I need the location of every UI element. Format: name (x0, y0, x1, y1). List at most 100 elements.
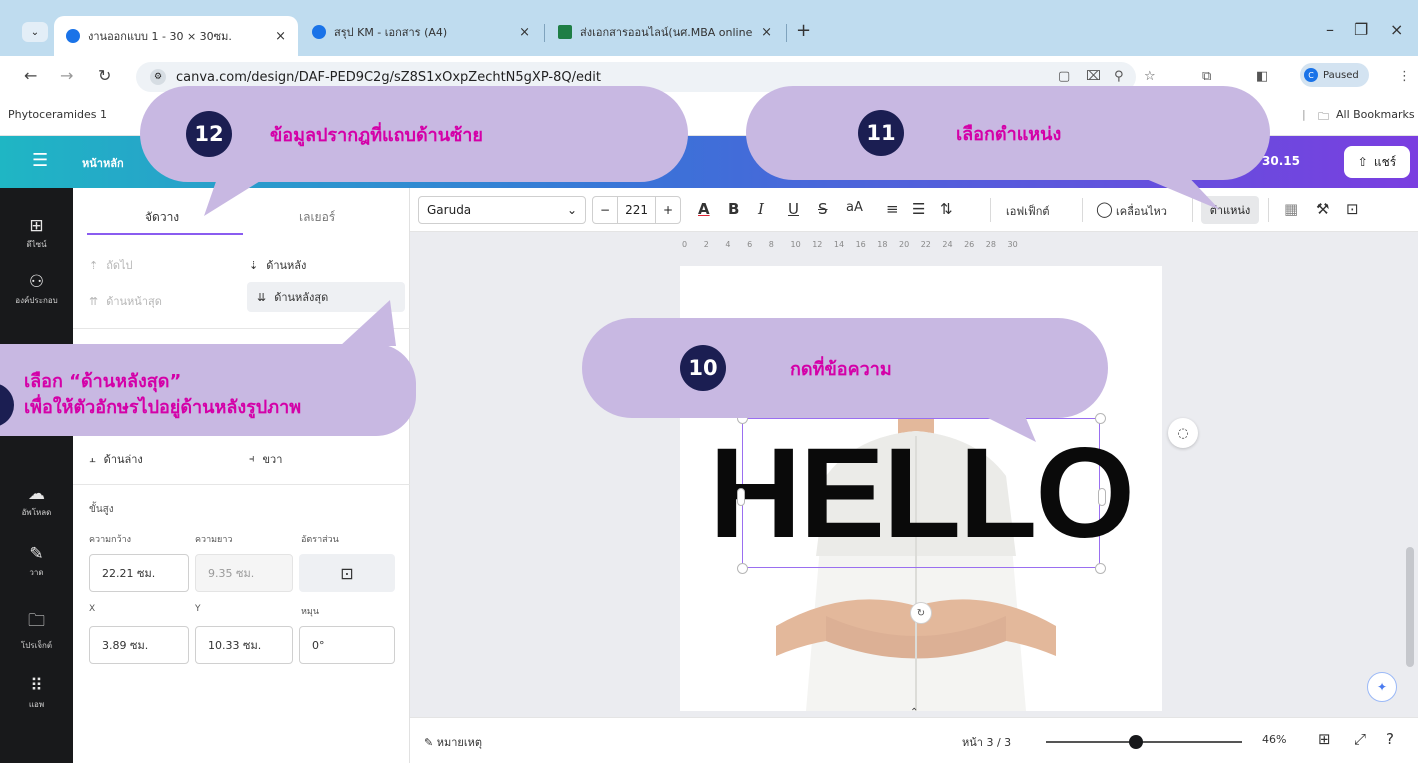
forward-button[interactable]: ⇡ ถัดไป (89, 256, 133, 274)
step-number: 11 (858, 110, 904, 156)
all-bookmarks[interactable]: All Bookmarks (1336, 108, 1415, 121)
callout-10-tail (960, 404, 1036, 442)
height-field[interactable]: 9.35 ซม. (195, 554, 293, 592)
zoom-icon[interactable]: ⚲ (1114, 69, 1124, 84)
tab-submit[interactable]: ส่งเอกสารออนไลน์(นศ.MBA online × (546, 16, 784, 48)
rail-item-elements[interactable]: ⚇ องค์ประกอบ (0, 272, 73, 307)
effects-button[interactable]: เอฟเฟ็กต์ (1006, 202, 1050, 220)
notes-button[interactable]: ✎ หมายเหตุ (424, 733, 482, 751)
bookmark-item[interactable]: Phytoceramides 1 (8, 108, 107, 121)
translate-icon[interactable]: ⌧ (1086, 69, 1101, 84)
profile-paused-button[interactable]: C Paused (1300, 63, 1369, 87)
font-size-stepper[interactable]: − 221 + (592, 196, 682, 224)
text-color-icon[interactable]: A (698, 200, 710, 218)
callout-11-tail (1120, 168, 1220, 210)
rail-item-draw[interactable]: ✎ วาด (0, 544, 73, 579)
height-label: ความยาว (195, 535, 233, 545)
align-bottom-button[interactable]: ⫠ ด้านล่าง (89, 450, 143, 468)
tab-title: งานออกแบบ 1 - 30 × 30ซม. (88, 30, 232, 43)
projects-icon: 🗀 (28, 611, 45, 631)
present-time[interactable]: 30.15 (1262, 154, 1300, 168)
align-right-button[interactable]: ⫞ ขวา (249, 450, 282, 468)
extensions-icon[interactable]: ⧉ (1202, 69, 1211, 84)
align-center-icon[interactable]: ≡ (886, 200, 899, 218)
list-icon[interactable]: ☰ (912, 200, 925, 218)
width-field[interactable]: 22.21 ซม. (89, 554, 189, 592)
minimize-icon[interactable]: – (1326, 20, 1334, 39)
page-count[interactable]: หน้า 3 / 3 (962, 733, 1011, 751)
close-tab-icon[interactable]: × (761, 25, 772, 40)
transparency-icon[interactable]: ▦ (1284, 200, 1298, 218)
site-info-icon[interactable]: ⚙ (150, 69, 166, 85)
ruler-mark: 0 (682, 240, 688, 249)
to-front-icon: ⇈ (89, 294, 99, 308)
backward-button[interactable]: ⇣ ด้านหลัง (249, 256, 306, 274)
rotate-field[interactable]: 0° (299, 626, 395, 664)
aspect-lock-icon[interactable]: ⊡ (299, 554, 395, 592)
forward-icon[interactable]: → (60, 66, 73, 85)
close-tab-icon[interactable]: × (519, 25, 530, 40)
side-handle[interactable] (737, 488, 745, 506)
home-link[interactable]: หน้าหลัก (82, 154, 124, 172)
zoom-value[interactable]: 46% (1262, 733, 1286, 746)
menu-icon[interactable]: ⋮ (1398, 69, 1411, 84)
y-field[interactable]: 10.33 ซม. (195, 626, 293, 664)
ruler-mark: 10 (790, 240, 801, 249)
rail-item-apps[interactable]: ⠿ แอพ (0, 676, 73, 711)
hamburger-icon[interactable]: ☰ (32, 150, 48, 171)
chevron-up-icon[interactable]: ⌃ (910, 707, 918, 717)
screenshot-icon[interactable]: ▢ (1058, 69, 1070, 84)
font-family-select[interactable]: Garuda ⌄ (418, 196, 586, 224)
letter-case-icon[interactable]: aA (846, 200, 863, 215)
tab-design[interactable]: งานออกแบบ 1 - 30 × 30ซม. × (54, 16, 298, 56)
zoom-slider[interactable] (1046, 741, 1242, 743)
bold-icon[interactable]: B (728, 200, 739, 218)
zoom-slider-knob[interactable] (1129, 735, 1144, 749)
tab-km[interactable]: สรุป KM - เอกสาร (A4) × (300, 16, 542, 48)
tab-search-dropdown[interactable]: ⌄ (22, 22, 48, 42)
rotate-icon[interactable]: ↻ (910, 602, 932, 624)
vertical-scrollbar[interactable] (1406, 547, 1414, 667)
fullscreen-icon[interactable]: ⤢ (1354, 730, 1366, 748)
active-tab-indicator (87, 233, 243, 235)
window-close-icon[interactable]: × (1390, 20, 1403, 39)
star-icon[interactable]: ☆ (1144, 69, 1156, 84)
font-size-value[interactable]: 221 (618, 197, 656, 223)
close-tab-icon[interactable]: × (275, 29, 286, 44)
canva-favicon-icon (312, 25, 326, 39)
share-button[interactable]: ⇧ แชร์ (1344, 146, 1410, 178)
help-icon[interactable]: ? (1386, 730, 1394, 748)
copy-style-icon[interactable]: ⚒ (1316, 200, 1329, 218)
rail-item-projects[interactable]: 🗀 โปรเจ็กต์ (0, 608, 73, 652)
ruler-left (410, 256, 430, 716)
magic-assistant-icon[interactable]: ✦ (1367, 672, 1397, 702)
spacing-icon[interactable]: ⇅ (940, 200, 953, 218)
increase-size-button[interactable]: + (656, 197, 680, 223)
tab-layers[interactable]: เลเยอร์ (299, 208, 335, 227)
resize-handle[interactable] (1095, 563, 1106, 574)
strikethrough-icon[interactable]: S (818, 200, 828, 218)
grid-view-icon[interactable]: ⊞ (1318, 730, 1331, 748)
lock-icon[interactable]: ⊡ (1346, 200, 1359, 218)
resize-handle[interactable] (1095, 413, 1106, 424)
tab-arrange[interactable]: จัดวาง (145, 208, 179, 227)
side-rail: ⊞ ดีไซน์ ⚇ องค์ประกอบ ☁ อัพโหลด ✎ วาด 🗀 … (0, 188, 73, 763)
back-icon[interactable]: ← (24, 66, 37, 85)
rail-item-design[interactable]: ⊞ ดีไซน์ (0, 216, 73, 251)
add-comment-icon[interactable]: ◌ (1168, 418, 1198, 448)
underline-icon[interactable]: U (788, 200, 799, 218)
resize-handle[interactable] (737, 563, 748, 574)
italic-icon[interactable]: I (758, 200, 764, 218)
reload-icon[interactable]: ↻ (98, 66, 111, 85)
backward-label: ด้านหลัง (266, 259, 307, 272)
rail-item-upload[interactable]: ☁ อัพโหลด (0, 484, 73, 519)
divider (73, 484, 410, 485)
side-handle[interactable] (1098, 488, 1106, 506)
new-tab-button[interactable]: + (796, 20, 811, 41)
restore-icon[interactable]: ❐ (1354, 20, 1368, 39)
to-front-button[interactable]: ⇈ ด้านหน้าสุด (89, 292, 162, 310)
sidepanel-icon[interactable]: ◧ (1256, 69, 1268, 84)
decrease-size-button[interactable]: − (593, 197, 619, 223)
x-field[interactable]: 3.89 ซม. (89, 626, 189, 664)
browser-tab-bar: ⌄ งานออกแบบ 1 - 30 × 30ซม. × สรุป KM - เ… (0, 0, 1418, 64)
